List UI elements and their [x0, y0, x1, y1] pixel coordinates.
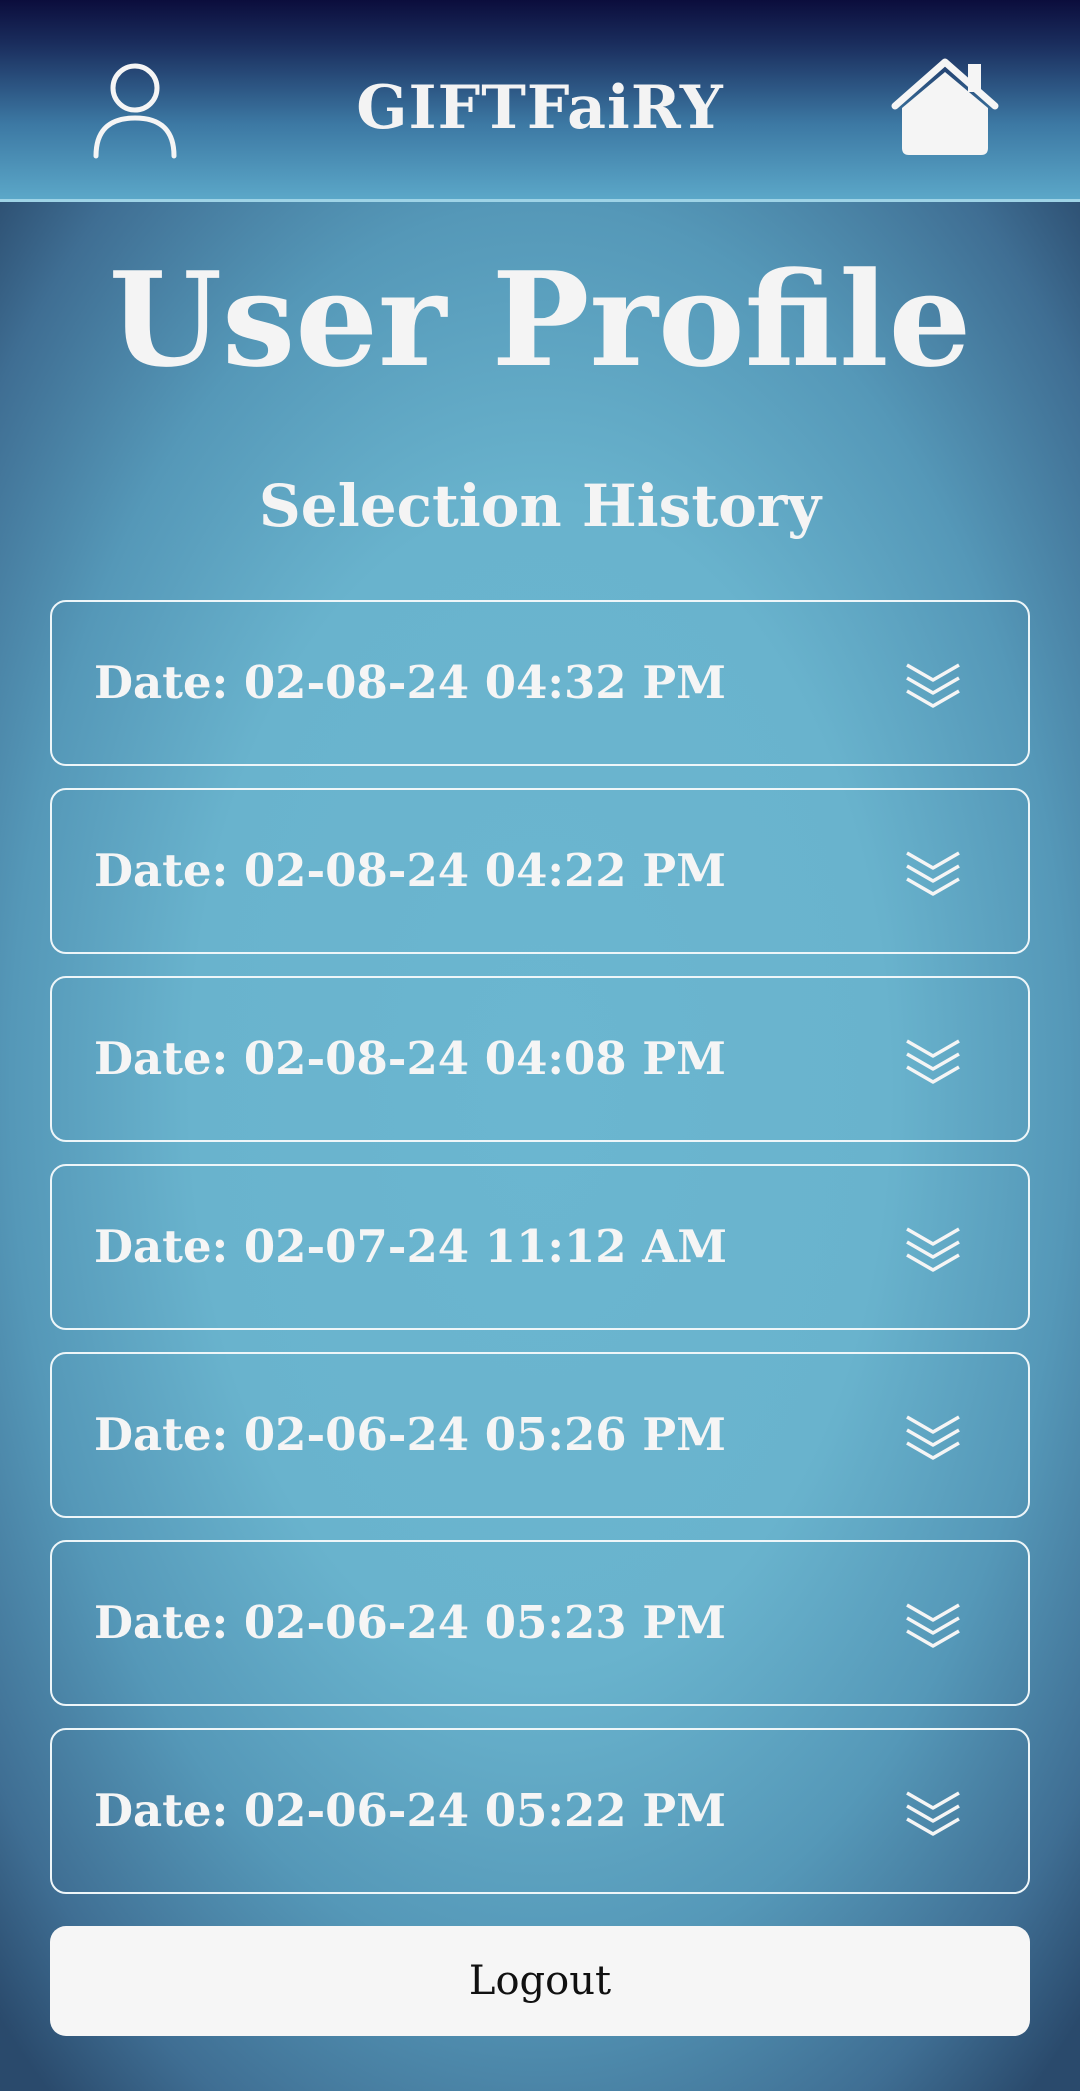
history-item-date: Date: 02-07-24 11:12 AM — [94, 1220, 728, 1273]
logout-button[interactable]: Logout — [50, 1926, 1030, 2036]
history-item-date: Date: 02-08-24 04:22 PM — [94, 844, 726, 897]
selection-history-list: Date: 02-08-24 04:32 PM Date: 02-08-24 0… — [50, 600, 1030, 1916]
app-header: GIFTFaiRY — [0, 0, 1080, 202]
expand-chevrons-icon[interactable] — [904, 848, 962, 898]
history-item-date: Date: 02-06-24 05:23 PM — [94, 1596, 726, 1649]
history-item-date: Date: 02-06-24 05:22 PM — [94, 1784, 726, 1837]
history-item[interactable]: Date: 02-06-24 05:22 PM — [50, 1728, 1030, 1894]
section-title-selection-history: Selection History — [258, 472, 822, 540]
expand-chevrons-icon[interactable] — [904, 1224, 962, 1274]
expand-chevrons-icon[interactable] — [904, 1036, 962, 1086]
history-item[interactable]: Date: 02-06-24 05:23 PM — [50, 1540, 1030, 1706]
history-item[interactable]: Date: 02-06-24 05:26 PM — [50, 1352, 1030, 1518]
page-title: User Profile — [108, 243, 972, 396]
history-item[interactable]: Date: 02-07-24 11:12 AM — [50, 1164, 1030, 1330]
history-item-date: Date: 02-06-24 05:26 PM — [94, 1408, 726, 1461]
expand-chevrons-icon[interactable] — [904, 1412, 962, 1462]
home-icon[interactable] — [890, 56, 1000, 158]
history-item[interactable]: Date: 02-08-24 04:32 PM — [50, 600, 1030, 766]
history-item-date: Date: 02-08-24 04:08 PM — [94, 1032, 726, 1085]
history-item[interactable]: Date: 02-08-24 04:08 PM — [50, 976, 1030, 1142]
expand-chevrons-icon[interactable] — [904, 1600, 962, 1650]
expand-chevrons-icon[interactable] — [904, 1788, 962, 1838]
history-item-date: Date: 02-08-24 04:32 PM — [94, 656, 726, 709]
history-item[interactable]: Date: 02-08-24 04:22 PM — [50, 788, 1030, 954]
expand-chevrons-icon[interactable] — [904, 660, 962, 710]
